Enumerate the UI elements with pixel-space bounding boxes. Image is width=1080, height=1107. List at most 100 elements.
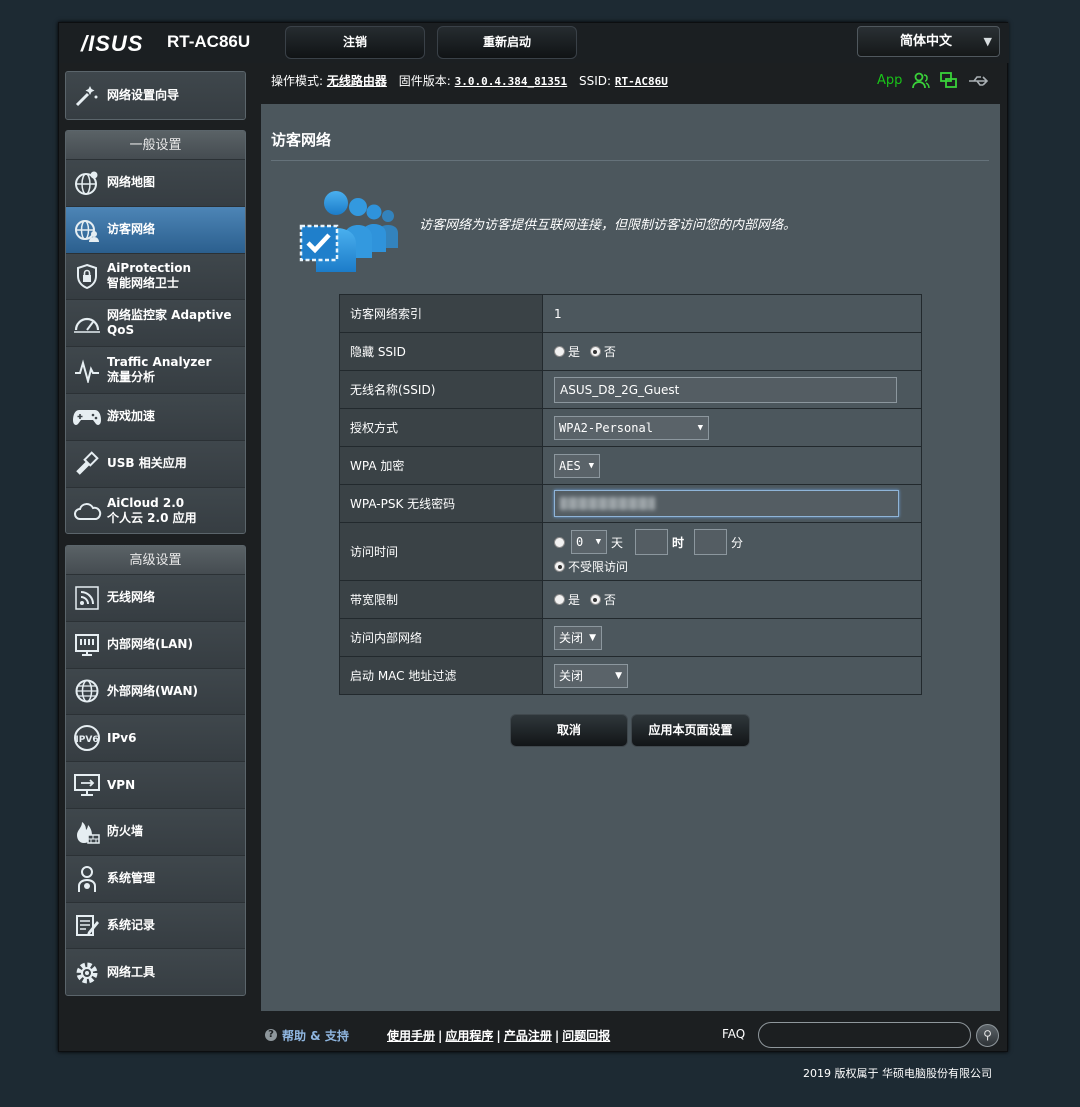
manual-link[interactable]: 使用手册 [387, 1029, 435, 1043]
wireless-icon [72, 583, 102, 613]
shield-lock-icon [72, 261, 102, 291]
title-divider [271, 160, 989, 161]
sidebar-item-wireless[interactable]: 无线网络 [66, 575, 245, 622]
access-days-select[interactable]: 0 ▼ [571, 530, 607, 554]
feedback-link[interactable]: 问题回报 [562, 1029, 610, 1043]
wpa-encryption-value: AES [559, 458, 581, 473]
chevron-down-icon: ▼ [697, 422, 703, 433]
top-header: /ISUS RT-AC86U 注销 重新启动 简体中文 ▼ [59, 23, 1009, 63]
sidebar-item-usb[interactable]: USB 相关应用 [66, 440, 245, 488]
sidebar-item-label: 访客网络 [107, 222, 156, 237]
sidebar-item-ipv6[interactable]: IPV6 IPv6 [66, 715, 245, 763]
form-row-auth: 授权方式 WPA2-Personal ▼ [339, 408, 922, 447]
intranet-access-select[interactable]: 关闭 ▼ [554, 625, 602, 650]
guest-network-form: 访客网络索引 1 隐藏 SSID 是 否 无线名称(SSID) ASUS_D8_… [339, 294, 922, 695]
bandwidth-yes-radio[interactable] [554, 594, 565, 605]
reboot-button[interactable]: 重新启动 [437, 26, 577, 59]
access-time-limited-radio[interactable] [554, 536, 565, 548]
product-registration-link[interactable]: 产品注册 [504, 1029, 552, 1043]
psk-cell [542, 484, 922, 523]
mac-filter-select[interactable]: 关闭 ▼ [554, 663, 628, 688]
apply-settings-button[interactable]: 应用本页面设置 [631, 714, 750, 747]
bandwidth-no-radio[interactable] [589, 594, 601, 605]
sidebar-item-system-log[interactable]: 系统记录 [66, 902, 245, 950]
bandwidth-no-label: 否 [603, 593, 616, 607]
sidebar-item-wan[interactable]: 外部网络(WAN) [66, 668, 245, 716]
auth-label: 授权方式 [339, 408, 543, 447]
page-description: 访客网络为访客提供互联网连接，但限制访客访问您的内部网络。 [419, 218, 797, 233]
sidebar-item-lan[interactable]: 内部网络(LAN) [66, 621, 245, 669]
help-question-icon: ? [265, 1029, 277, 1041]
auth-method-select[interactable]: WPA2-Personal ▼ [554, 415, 709, 440]
sidebar-item-label: 网络监控家 Adaptive QoS [107, 308, 232, 338]
ssid-input[interactable]: ASUS_D8_2G_Guest [554, 376, 897, 403]
footer-links: 使用手册 | 应用程序 | 产品注册 | 问题回报 [387, 1029, 611, 1043]
app-link[interactable]: App [877, 73, 902, 88]
form-row-index: 访客网络索引 1 [339, 294, 922, 333]
cancel-button[interactable]: 取消 [510, 714, 628, 747]
form-row-ssid: 无线名称(SSID) ASUS_D8_2G_Guest [339, 370, 922, 409]
sidebar-item-label: 外部网络(WAN) [107, 683, 198, 698]
hide-ssid-yes-radio[interactable] [554, 346, 565, 357]
hide-ssid-no-radio[interactable] [589, 346, 601, 357]
sidebar-item-label: AiProtection 智能网络卫士 [107, 261, 191, 291]
form-row-hide-ssid: 隐藏 SSID 是 否 [339, 332, 922, 371]
intranet-label: 访问内部网络 [339, 618, 543, 657]
sidebar-item-label: 网络设置向导 [107, 88, 180, 102]
sidebar-item-game-boost[interactable]: 游戏加速 [66, 393, 245, 441]
usb-status-icon[interactable] [968, 74, 990, 88]
admin-person-icon [72, 864, 102, 894]
help-support-link[interactable]: 帮助 & 支持 [282, 1027, 349, 1044]
logout-button[interactable]: 注销 [285, 26, 425, 59]
chevron-down-icon: ▼ [589, 632, 596, 643]
psk-password-input[interactable] [554, 490, 899, 517]
faq-search-input[interactable] [758, 1022, 971, 1048]
router-model: RT-AC86U [167, 32, 251, 51]
status-line: 操作模式: 无线路由器 固件版本: 3.0.0.4.384_81351 SSID… [271, 72, 676, 89]
network-status-icon[interactable] [940, 72, 958, 89]
sidebar-wizard-box: 网络设置向导 [65, 71, 246, 120]
ssid-cell: ASUS_D8_2G_Guest [542, 370, 922, 409]
unlimited-access-label: 不受限访问 [568, 560, 629, 574]
wpa-encryption-select[interactable]: AES ▼ [554, 453, 600, 478]
sidebar-item-label: 游戏加速 [107, 409, 156, 424]
sidebar-item-network-map[interactable]: 网络地图 [66, 160, 245, 207]
sidebar-item-adaptive-qos[interactable]: 网络监控家 Adaptive QoS [66, 300, 245, 348]
sidebar-item-label: 系统管理 [107, 871, 156, 886]
mode-link[interactable]: 无线路由器 [327, 74, 387, 88]
sidebar-item-administration[interactable]: 系统管理 [66, 855, 245, 903]
access-hours-input[interactable] [635, 529, 669, 555]
sidebar-item-network-tools[interactable]: 网络工具 [66, 949, 245, 995]
router-admin-window: /ISUS RT-AC86U 注销 重新启动 简体中文 ▼ 操作模式: 无线路由… [58, 22, 1009, 1052]
clients-icon[interactable] [912, 72, 931, 89]
utility-link[interactable]: 应用程序 [445, 1029, 493, 1043]
firmware-link[interactable]: 3.0.0.4.384_81351 [455, 75, 568, 88]
bandwidth-options: 是 否 [542, 580, 922, 619]
mode-label: 操作模式: [271, 74, 324, 88]
speedometer-icon [72, 308, 102, 338]
sidebar-item-wizard[interactable]: 网络设置向导 [66, 72, 245, 119]
language-select[interactable]: 简体中文 ▼ [857, 26, 1000, 57]
sidebar-item-aiprotection[interactable]: AiProtection 智能网络卫士 [66, 253, 245, 301]
lan-icon [72, 630, 102, 660]
sidebar-item-traffic-analyzer[interactable]: Traffic Analyzer 流量分析 [66, 347, 245, 394]
sidebar-item-guest-network[interactable]: 访客网络 [66, 206, 245, 254]
sidebar-item-label: 内部网络(LAN) [107, 637, 193, 652]
guest-network-panel: 访客网络 访客网络为访客提供互联网连接，但限制访客访问您的内部网络。 访客网络索… [261, 104, 1000, 1011]
sidebar-item-aicloud[interactable]: AiCloud 2.0 个人云 2.0 应用 [66, 487, 245, 533]
access-time-label: 访问时间 [339, 522, 543, 581]
access-time-unlimited-radio[interactable] [554, 561, 565, 572]
copyright-text: 2019 版权属于 华硕电脑股份有限公司 [803, 1067, 992, 1080]
search-icon[interactable]: ⚲ [976, 1024, 999, 1047]
sidebar-item-label: AiCloud 2.0 个人云 2.0 应用 [107, 495, 197, 525]
access-minutes-input[interactable] [694, 529, 728, 555]
sidebar-item-label: Traffic Analyzer 流量分析 [107, 355, 212, 385]
access-days-value: 0 [576, 535, 584, 549]
sidebar-general-box: 一般设置 网络地图 访客网络 AiProtection 智能网络卫士 网络监控家… [65, 130, 246, 534]
sidebar-item-firewall[interactable]: 防火墙 [66, 808, 245, 856]
ssid-link[interactable]: RT-AC86U [615, 75, 668, 88]
ssid-label: SSID: [579, 74, 612, 88]
sidebar-item-vpn[interactable]: VPN [66, 762, 245, 809]
psk-label: WPA-PSK 无线密码 [339, 484, 543, 523]
asus-logo[interactable]: /ISUS [81, 31, 143, 57]
